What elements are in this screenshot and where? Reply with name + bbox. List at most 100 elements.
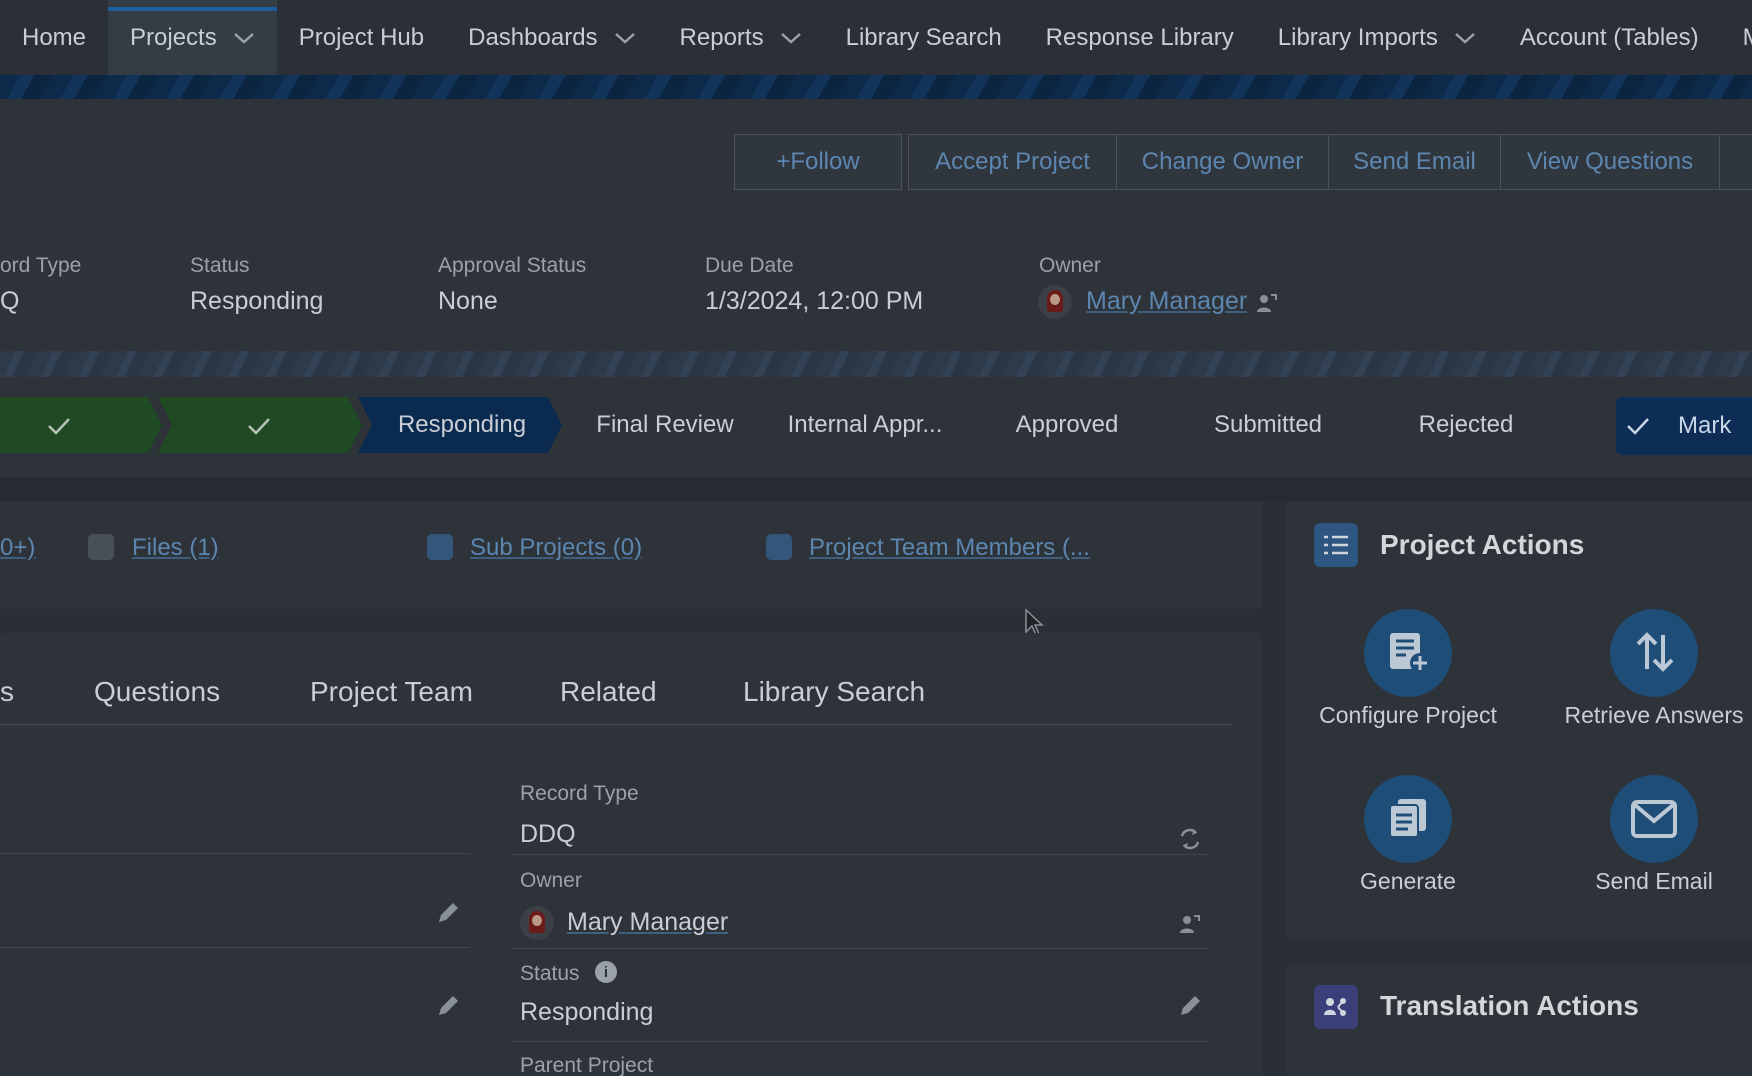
status-value: Responding — [190, 287, 324, 315]
sub-projects-link[interactable]: Sub Projects (0) — [470, 534, 642, 562]
detail-record-type-value: DDQ — [520, 820, 576, 848]
chevron-down-icon[interactable] — [1454, 31, 1476, 45]
field-divider — [512, 854, 1208, 855]
nav-reports[interactable]: Reports — [658, 0, 824, 75]
check-icon[interactable] — [46, 415, 72, 437]
record-type-label: ord Type — [0, 254, 82, 277]
mark-status-button[interactable]: Mark — [1616, 397, 1752, 455]
brand-strip — [0, 75, 1752, 99]
chevron-down-icon[interactable] — [614, 31, 636, 45]
configure-project-icon[interactable] — [1364, 609, 1452, 697]
check-icon — [1627, 418, 1649, 435]
send-email-label[interactable]: Send Email — [1544, 868, 1752, 895]
tab-questions[interactable]: Questions — [94, 676, 220, 708]
copy-documents-glyph — [1389, 799, 1426, 838]
list-lines-icon — [1324, 535, 1348, 555]
nav-account-tables[interactable]: Account (Tables) — [1498, 0, 1721, 75]
tab-divider — [0, 724, 1232, 725]
tab-related[interactable]: Related — [560, 676, 657, 708]
send-email-button[interactable]: Send Email — [1328, 134, 1501, 190]
due-date-value: 1/3/2024, 12:00 PM — [705, 287, 924, 315]
retrieve-answers-label[interactable]: Retrieve Answers — [1544, 702, 1752, 729]
document-plus-glyph — [1390, 633, 1430, 673]
change-owner-icon[interactable] — [1177, 912, 1201, 936]
nav-project-hub[interactable]: Project Hub — [277, 0, 446, 75]
view-questions-button[interactable]: View Questions — [1500, 134, 1720, 190]
team-members-icon — [766, 534, 792, 560]
detail-status-label: Status — [520, 962, 580, 985]
file-icon — [88, 534, 114, 560]
field-divider — [0, 947, 470, 948]
path-stage-internal-approval[interactable]: Internal Appr... — [775, 397, 955, 453]
detail-owner-link[interactable]: Mary Manager — [567, 908, 728, 937]
due-date-label: Due Date — [705, 254, 794, 277]
owner-link[interactable]: Mary Manager — [1086, 287, 1247, 316]
nav-projects[interactable]: Projects — [108, 0, 277, 75]
change-record-type-icon[interactable] — [1177, 826, 1203, 852]
chevron-down-icon[interactable] — [780, 31, 802, 45]
people-share-glyph — [1324, 998, 1346, 1016]
tab-project-team[interactable]: Project Team — [310, 676, 473, 708]
info-icon[interactable]: i — [595, 961, 617, 983]
nav-library-imports[interactable]: Library Imports — [1256, 0, 1498, 75]
edit-pencil-icon[interactable] — [1177, 993, 1203, 1019]
retrieve-answers-icon[interactable] — [1610, 609, 1698, 697]
chevron-down-icon[interactable] — [233, 31, 255, 45]
field-divider — [512, 948, 1208, 949]
avatar — [1038, 285, 1072, 319]
approval-status-value: None — [438, 287, 498, 315]
tab-library-search[interactable]: Library Search — [743, 676, 925, 708]
nav-more[interactable]: Mo — [1721, 0, 1752, 75]
follow-button[interactable]: + Follow — [734, 134, 902, 190]
check-icon[interactable] — [246, 415, 272, 437]
nav-home[interactable]: Home — [0, 0, 108, 75]
section-gap — [0, 477, 1752, 501]
tab-partial[interactable]: s — [0, 676, 14, 708]
path-stage-submitted[interactable]: Submitted — [1178, 397, 1358, 453]
avatar — [520, 906, 554, 940]
send-email-icon[interactable] — [1610, 775, 1698, 863]
record-header: + Follow Accept Project Change Owner Sen… — [0, 99, 1752, 351]
related-link-partial[interactable]: 0+) — [0, 534, 35, 562]
path-stage-rejected[interactable]: Rejected — [1376, 397, 1556, 453]
divider-texture — [0, 351, 1752, 377]
translation-actions-panel: Translation Actions — [1286, 965, 1752, 1076]
project-actions-title: Project Actions — [1380, 529, 1585, 560]
path-stage-approved[interactable]: Approved — [977, 397, 1157, 453]
change-owner-button[interactable]: Change Owner — [1116, 134, 1329, 190]
related-quick-links: 0+) Files (1) Sub Projects (0) Project T… — [0, 501, 1262, 609]
nav-dashboards[interactable]: Dashboards — [446, 0, 657, 75]
sub-projects-icon — [427, 534, 453, 560]
owner-label: Owner — [1039, 254, 1101, 277]
edit-pencil-icon[interactable] — [435, 900, 461, 926]
field-divider — [0, 853, 470, 854]
status-label: Status — [190, 254, 250, 277]
more-actions-button[interactable] — [1719, 134, 1752, 190]
detail-record-type-label: Record Type — [520, 782, 639, 805]
path-stage-final-review[interactable]: Final Review — [575, 397, 755, 453]
files-link[interactable]: Files (1) — [132, 534, 219, 562]
detail-status-value: Responding — [520, 998, 654, 1026]
detail-owner-label: Owner — [520, 869, 582, 892]
accept-project-button[interactable]: Accept Project — [908, 134, 1117, 190]
record-type-value: Q — [0, 287, 20, 315]
detail-parent-project-label: Parent Project — [520, 1054, 654, 1076]
project-team-members-link[interactable]: Project Team Members (... — [809, 534, 1090, 562]
nav-response-library[interactable]: Response Library — [1024, 0, 1256, 75]
envelope-glyph — [1631, 800, 1677, 838]
translation-actions-title: Translation Actions — [1380, 990, 1639, 1021]
generate-icon[interactable] — [1364, 775, 1452, 863]
path-bar: Responding Final Review Internal Appr...… — [0, 377, 1752, 477]
configure-project-label[interactable]: Configure Project — [1298, 702, 1518, 729]
edit-pencil-icon[interactable] — [435, 993, 461, 1019]
approval-status-label: Approval Status — [438, 254, 587, 277]
top-nav: Home Projects Project Hub Dashboards Rep… — [0, 0, 1752, 75]
field-divider — [512, 1041, 1208, 1042]
nav-library-search[interactable]: Library Search — [824, 0, 1024, 75]
translation-icon — [1314, 985, 1358, 1029]
generate-label[interactable]: Generate — [1298, 868, 1518, 895]
plus-icon: + — [776, 148, 791, 175]
list-icon — [1314, 523, 1358, 567]
path-stage-responding[interactable]: Responding — [372, 397, 552, 453]
change-owner-icon[interactable] — [1254, 291, 1278, 315]
